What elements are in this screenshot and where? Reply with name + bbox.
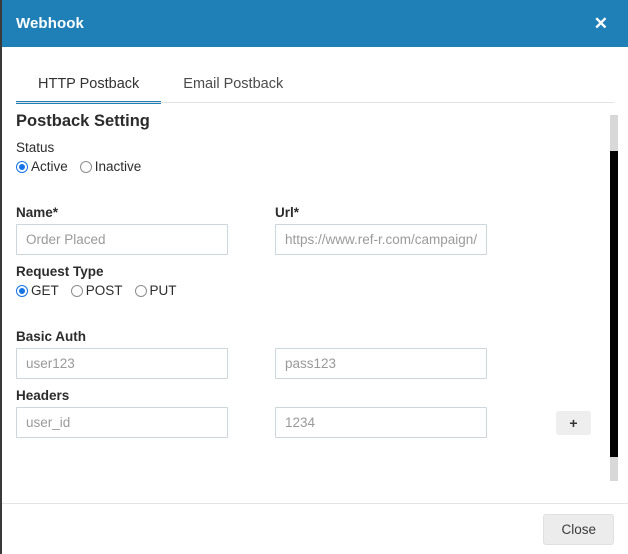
tab-http-postback[interactable]: HTTP Postback xyxy=(16,76,162,104)
name-label: Name* xyxy=(16,205,59,220)
page-title: Postback Setting xyxy=(16,112,150,130)
url-label: Url* xyxy=(275,205,300,220)
headers-label: Headers xyxy=(16,388,70,403)
radio-request-post[interactable]: POST xyxy=(70,283,123,298)
basic-auth-username-input[interactable] xyxy=(16,348,228,379)
radio-request-post-label: POST xyxy=(85,283,123,298)
name-url-row: Name* Url* xyxy=(16,196,614,255)
basic-auth-password-group xyxy=(275,348,487,379)
status-label: Status xyxy=(16,140,55,155)
tab-email-postback[interactable]: Email Postback xyxy=(161,76,305,103)
request-type-radio-group: GET POST PUT xyxy=(16,283,614,298)
tab-http-postback-label: HTTP Postback xyxy=(38,76,140,92)
radio-dot-icon xyxy=(70,284,83,297)
url-field-group: Url* xyxy=(275,196,487,255)
basic-auth-username-group xyxy=(16,348,228,379)
modal-header: Webhook ✕ xyxy=(2,0,628,47)
header-key-input[interactable] xyxy=(16,407,228,438)
scrollbar-thumb[interactable] xyxy=(610,151,618,457)
radio-request-put[interactable]: PUT xyxy=(134,283,177,298)
add-header-button[interactable]: + xyxy=(556,410,591,435)
close-button[interactable]: Close xyxy=(543,513,614,545)
request-type-label: Request Type xyxy=(16,264,104,279)
modal-footer: Close xyxy=(2,503,628,554)
radio-status-inactive[interactable]: Inactive xyxy=(79,159,142,174)
tab-bar: HTTP Postback Email Postback xyxy=(2,47,628,104)
radio-dot-icon xyxy=(16,160,28,173)
radio-dot-icon xyxy=(16,284,28,297)
radio-dot-icon xyxy=(134,284,147,297)
radio-status-active[interactable]: Active xyxy=(16,159,68,174)
basic-auth-row xyxy=(16,348,614,379)
modal-body: Postback Setting Status Active Inactive … xyxy=(2,103,628,502)
modal-title: Webhook xyxy=(16,15,84,32)
basic-auth-password-input[interactable] xyxy=(275,348,487,379)
vertical-scrollbar[interactable] xyxy=(610,115,618,481)
header-value-input[interactable] xyxy=(275,407,487,438)
radio-status-active-label: Active xyxy=(31,159,68,174)
basic-auth-group: Basic Auth xyxy=(16,329,614,379)
headers-row: + xyxy=(16,407,614,438)
name-field-group: Name* xyxy=(16,196,228,255)
webhook-modal: Webhook ✕ HTTP Postback Email Postback P… xyxy=(0,0,628,554)
url-input[interactable] xyxy=(275,224,487,255)
tab-email-postback-label: Email Postback xyxy=(183,76,284,92)
header-key-group xyxy=(16,407,228,438)
radio-request-get[interactable]: GET xyxy=(16,283,59,298)
header-value-group xyxy=(275,407,487,438)
status-radio-group: Active Inactive xyxy=(16,159,614,174)
radio-request-put-label: PUT xyxy=(149,283,177,298)
close-x-icon[interactable]: ✕ xyxy=(590,13,612,34)
name-input[interactable] xyxy=(16,224,228,255)
headers-group: Headers + xyxy=(16,388,614,438)
radio-request-get-label: GET xyxy=(31,283,59,298)
radio-dot-icon xyxy=(79,160,92,173)
basic-auth-label: Basic Auth xyxy=(16,329,87,344)
radio-status-inactive-label: Inactive xyxy=(94,159,142,174)
